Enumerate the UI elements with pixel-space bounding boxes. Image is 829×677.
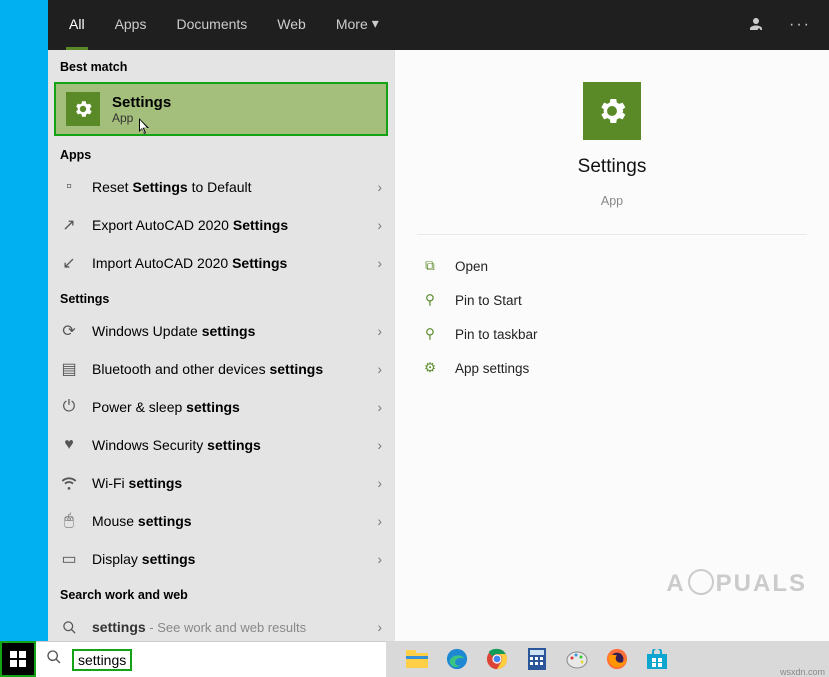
vertical-blue-strip [0, 0, 48, 643]
chevron-right-icon: › [377, 255, 382, 271]
pin-icon: ⚲ [421, 325, 439, 343]
search-icon [60, 618, 78, 636]
app-result-row[interactable]: ↙ Import AutoCAD 2020 Settings › [48, 244, 394, 282]
apps-results-list: ▫ Reset Settings to Default › ↗ Export A… [48, 168, 394, 282]
shield-icon: ♥ [60, 436, 78, 454]
chevron-right-icon: › [377, 513, 382, 529]
chevron-right-icon: › [377, 179, 382, 195]
firefox-icon[interactable] [604, 646, 630, 672]
file-explorer-icon[interactable] [404, 646, 430, 672]
windows-logo-icon [10, 651, 26, 667]
more-options-icon[interactable]: ··· [789, 16, 811, 34]
section-settings: Settings [48, 282, 394, 312]
app-result-row[interactable]: ▫ Reset Settings to Default › [48, 168, 394, 206]
feedback-icon[interactable] [747, 15, 765, 36]
chevron-down-icon: ▾ [372, 15, 379, 32]
chrome-icon[interactable] [484, 646, 510, 672]
best-match-title: Settings [112, 94, 171, 111]
chevron-right-icon: › [377, 437, 382, 453]
section-search-web: Search work and web [48, 578, 394, 608]
power-icon: ⏻ [60, 398, 78, 416]
search-input-text[interactable]: settings [72, 649, 132, 671]
mouse-cursor-icon [138, 118, 152, 136]
taskbar: settings [0, 641, 829, 677]
app-icon: ↗ [60, 216, 78, 234]
gear-icon [583, 82, 641, 140]
search-icon [46, 649, 62, 670]
chevron-right-icon: › [377, 619, 382, 635]
results-column: Best match Settings App Apps ▫ Reset Set… [48, 50, 394, 643]
settings-result-row[interactable]: 🖱Mouse settings› [48, 502, 394, 540]
settings-result-row[interactable]: ⏻Power & sleep settings› [48, 388, 394, 426]
section-best-match: Best match [48, 50, 394, 80]
wifi-icon [60, 474, 78, 492]
open-icon: ⧉ [421, 257, 439, 275]
watermark-logo: APUALS [666, 570, 807, 598]
chevron-right-icon: › [377, 399, 382, 415]
tab-documents[interactable]: Documents [173, 1, 250, 50]
chevron-right-icon: › [377, 361, 382, 377]
preview-title: Settings [578, 156, 647, 178]
action-pin-start[interactable]: ⚲Pin to Start [417, 283, 807, 317]
store-icon[interactable] [644, 646, 670, 672]
display-icon: ▭ [60, 550, 78, 568]
best-match-result[interactable]: Settings App [54, 82, 388, 136]
tab-all[interactable]: All [66, 1, 88, 50]
settings-result-row[interactable]: ▤Bluetooth and other devices settings› [48, 350, 394, 388]
settings-results-list: ⟳Windows Update settings› ▤Bluetooth and… [48, 312, 394, 578]
chevron-right-icon: › [377, 551, 382, 567]
settings-result-row[interactable]: ▭Display settings› [48, 540, 394, 578]
start-search-panel: All Apps Documents Web More▾ ··· Best ma… [48, 0, 829, 643]
action-app-settings[interactable]: ⚙App settings [417, 351, 807, 385]
action-open[interactable]: ⧉Open [417, 249, 807, 283]
paint-icon[interactable] [564, 646, 590, 672]
calculator-icon[interactable] [524, 646, 550, 672]
settings-result-row[interactable]: Wi-Fi settings› [48, 464, 394, 502]
chevron-right-icon: › [377, 217, 382, 233]
mouse-icon: 🖱 [60, 512, 78, 530]
app-icon: ▫ [60, 178, 78, 196]
chevron-right-icon: › [377, 323, 382, 339]
settings-result-row[interactable]: ♥Windows Security settings› [48, 426, 394, 464]
preview-subtitle: App [601, 194, 623, 208]
taskbar-search[interactable]: settings [36, 641, 386, 677]
gear-icon [66, 92, 100, 126]
action-pin-taskbar[interactable]: ⚲Pin to taskbar [417, 317, 807, 351]
bluetooth-icon: ▤ [60, 360, 78, 378]
tab-more[interactable]: More▾ [333, 0, 382, 50]
start-button[interactable] [0, 641, 36, 677]
app-result-row[interactable]: ↗ Export AutoCAD 2020 Settings › [48, 206, 394, 244]
settings-result-row[interactable]: ⟳Windows Update settings› [48, 312, 394, 350]
app-icon: ↙ [60, 254, 78, 272]
chevron-right-icon: › [377, 475, 382, 491]
preview-column: Settings App ⧉Open ⚲Pin to Start ⚲Pin to… [394, 50, 829, 643]
sync-icon: ⟳ [60, 322, 78, 340]
tab-web[interactable]: Web [274, 1, 309, 50]
edge-icon[interactable] [444, 646, 470, 672]
taskbar-apps [386, 646, 670, 672]
pin-icon: ⚲ [421, 291, 439, 309]
filter-tabs: All Apps Documents Web More▾ ··· [48, 0, 829, 50]
section-apps: Apps [48, 138, 394, 168]
tab-apps[interactable]: Apps [112, 1, 150, 50]
web-result-row[interactable]: settings - See work and web results › [48, 608, 394, 643]
gear-icon: ⚙ [421, 359, 439, 377]
image-credit: wsxdn.com [780, 667, 825, 677]
